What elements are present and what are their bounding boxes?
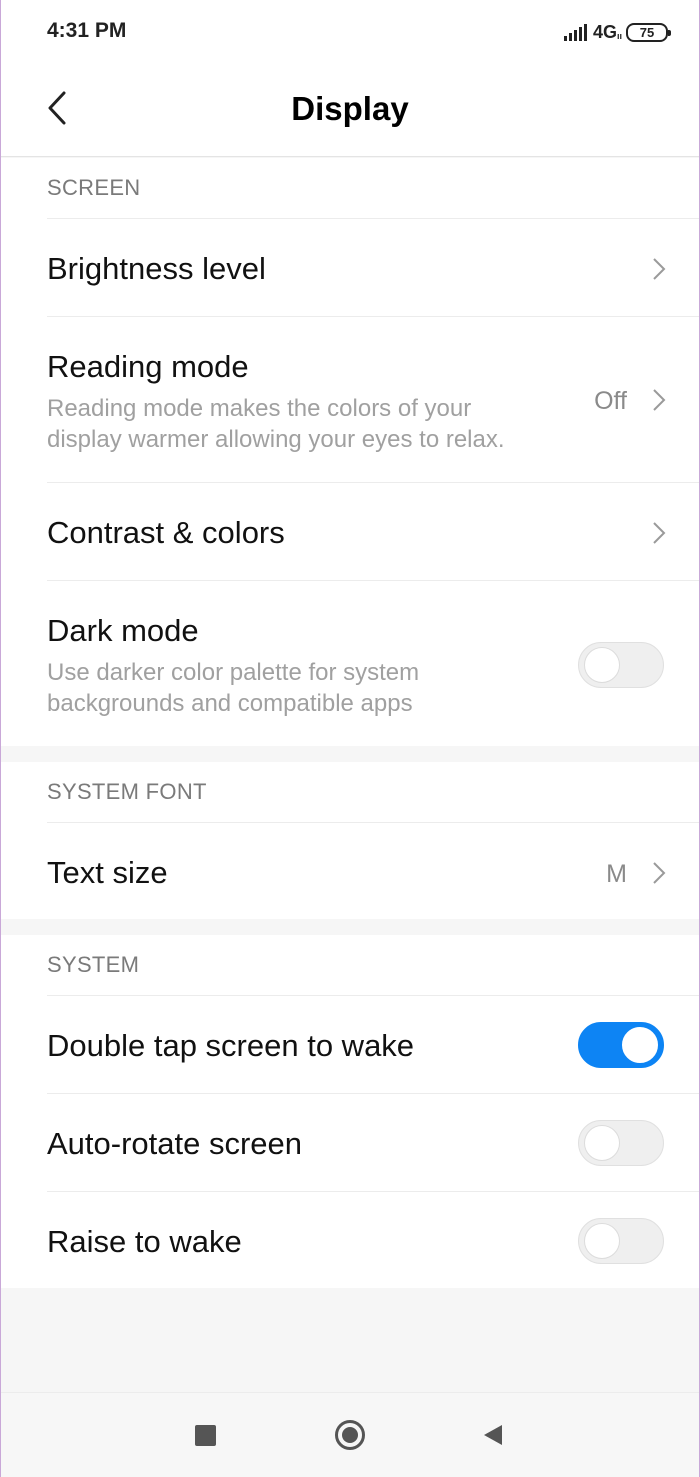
network-activity: ıı xyxy=(616,31,622,41)
brightness-level-row[interactable]: Brightness level xyxy=(47,218,700,316)
brightness-level-title: Brightness level xyxy=(47,251,266,286)
text-size-row[interactable]: Text size M xyxy=(47,822,700,919)
recents-square-icon[interactable] xyxy=(195,1425,216,1446)
auto-rotate-toggle[interactable] xyxy=(578,1120,664,1166)
chevron-right-icon xyxy=(653,862,666,884)
auto-rotate-title: Auto-rotate screen xyxy=(47,1126,303,1161)
dark-mode-description-line2: backgrounds and compatible apps xyxy=(47,690,413,717)
section-system-font: SYSTEM FONT Text size M xyxy=(0,762,700,919)
toggle-knob xyxy=(584,1223,620,1259)
section-screen: SCREEN Brightness level Reading mode Rea… xyxy=(0,158,700,746)
double-tap-wake-title: Double tap screen to wake xyxy=(47,1028,415,1063)
network-type: 4G xyxy=(592,21,617,42)
reading-mode-value: Off xyxy=(594,387,627,415)
chevron-right-icon xyxy=(653,522,666,544)
toggle-knob xyxy=(584,647,620,683)
status-bar: 4:31 PM 4G ıı 75 xyxy=(0,0,700,62)
double-tap-wake-toggle[interactable] xyxy=(578,1022,664,1068)
auto-rotate-row: Auto-rotate screen xyxy=(47,1093,700,1191)
reading-mode-description-line2: display warmer allowing your eyes to rel… xyxy=(47,426,505,453)
section-header-system: SYSTEM xyxy=(47,952,140,977)
dark-mode-title: Dark mode xyxy=(47,613,199,648)
contrast-colors-title: Contrast & colors xyxy=(47,515,285,550)
reading-mode-row[interactable]: Reading mode Reading mode makes the colo… xyxy=(47,316,700,482)
navigation-bar xyxy=(0,1392,700,1477)
text-size-title: Text size xyxy=(47,855,168,890)
text-size-value: M xyxy=(606,860,627,888)
signal-icon xyxy=(563,24,587,41)
section-header-screen: SCREEN xyxy=(47,175,141,200)
raise-to-wake-title: Raise to wake xyxy=(47,1224,242,1259)
page-title: Display xyxy=(291,90,409,127)
dark-mode-description-line1: Use darker color palette for system xyxy=(47,659,420,686)
double-tap-wake-row: Double tap screen to wake xyxy=(47,995,700,1093)
section-header-system-font: SYSTEM FONT xyxy=(47,779,207,804)
chevron-right-icon xyxy=(653,389,666,411)
contrast-colors-row[interactable]: Contrast & colors xyxy=(47,482,700,580)
status-time: 4:31 PM xyxy=(47,19,127,42)
reading-mode-title: Reading mode xyxy=(47,349,249,384)
toggle-knob xyxy=(584,1125,620,1161)
status-icons: 4G ıı 75 xyxy=(563,21,671,43)
chevron-right-icon xyxy=(653,258,666,280)
home-circle-icon[interactable] xyxy=(334,1419,366,1451)
reading-mode-description-line1: Reading mode makes the colors of your xyxy=(47,395,472,422)
battery-level: 75 xyxy=(639,24,655,40)
app-header: Display xyxy=(0,62,700,157)
raise-to-wake-row: Raise to wake xyxy=(47,1191,700,1288)
battery-icon: 75 xyxy=(626,22,671,42)
raise-to-wake-toggle[interactable] xyxy=(578,1218,664,1264)
dark-mode-row: Dark mode Use darker color palette for s… xyxy=(47,580,700,746)
toggle-knob xyxy=(622,1027,658,1063)
section-system: SYSTEM Double tap screen to wake Auto-ro… xyxy=(0,935,700,1288)
dark-mode-toggle[interactable] xyxy=(578,642,664,688)
back-triangle-icon[interactable] xyxy=(482,1424,504,1446)
